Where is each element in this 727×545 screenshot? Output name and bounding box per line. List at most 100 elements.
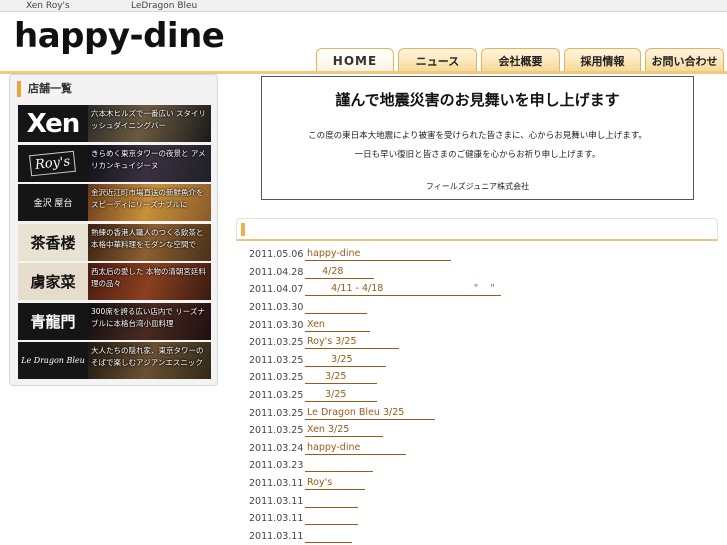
shop-banners: Xen 六本木ヒルズで一番広い スタイリッシュダイニングバー Roy's きらめ… xyxy=(18,105,211,382)
news-link[interactable]: happy-dine xyxy=(305,442,406,455)
news-date: 2011.04.28 xyxy=(249,266,304,278)
tab-company[interactable]: 会社概要 xyxy=(481,48,560,72)
shop-logo-text: 虜家菜 xyxy=(30,273,76,291)
shop-logo: 青龍門 xyxy=(18,303,88,340)
shop-description: きらめく東京タワーの夜景と アメリカンキュイジーヌ xyxy=(91,148,206,170)
news-link[interactable]: 3/25 xyxy=(305,371,377,385)
news-date: 2011.03.25 xyxy=(249,372,304,384)
shop-logo-text: Roy's xyxy=(29,150,77,176)
news-header-marker xyxy=(241,223,245,236)
news-date: 2011.04.07 xyxy=(249,284,304,296)
news-item: 2011.03.24 happy-dine xyxy=(249,440,719,458)
news-date: 2011.03.11 xyxy=(249,495,304,507)
news-link[interactable] xyxy=(305,301,368,315)
shop-logo-text: 金沢 屋台 xyxy=(33,199,73,209)
news-link[interactable] xyxy=(305,512,359,526)
shop-logo-text: Le Dragon Bleu xyxy=(21,356,85,365)
notice-line-2: 一日も早い復旧と皆さまのご健康を心からお祈り申し上げます。 xyxy=(354,150,601,160)
news-link[interactable]: 4/28 xyxy=(305,266,374,279)
tab-recruit[interactable]: 採用情報 xyxy=(564,48,641,72)
news-link[interactable] xyxy=(305,459,374,473)
tab-contact[interactable]: お問い合わせ xyxy=(645,48,724,72)
news-item: 2011.03.23 xyxy=(249,457,719,475)
news-date: 2011.03.23 xyxy=(249,460,304,472)
news-link[interactable]: Roy's xyxy=(305,477,366,491)
news-link[interactable] xyxy=(305,530,353,543)
shop-logo: Roy's xyxy=(18,145,88,182)
shop-description: 六本木ヒルズで一番広い スタイリッシュダイニングバー xyxy=(91,109,206,130)
news-date: 2011.03.11 xyxy=(249,530,304,542)
news-link[interactable]: 3/25 xyxy=(305,354,386,367)
news-item: 2011.05.06 happy-dine xyxy=(249,246,719,264)
news-link[interactable]: Xen xyxy=(305,319,371,332)
notice-line-1: この度の東日本大地震により被害を受けられた皆さまに、心からお見舞い申し上げます。 xyxy=(308,131,647,141)
shop-logo-text: 茶香楼 xyxy=(30,233,76,252)
news-date: 2011.03.25 xyxy=(249,425,304,437)
news-link[interactable]: Roy's 3/25 xyxy=(305,336,399,350)
shop-logo: 虜家菜 xyxy=(18,263,88,300)
news-item: 2011.04.07 4/11 - 4/18 " " xyxy=(249,281,719,299)
shop-logo: 茶香楼 xyxy=(18,223,88,261)
shop-description: 金沢近江町市場直送の新鮮魚介を スピーディにリーズナブルに xyxy=(91,188,204,209)
shop-description: 大人たちの隠れ家、東京タワーの そばで楽しむアジアンエスニック xyxy=(91,346,204,367)
news-item: 2011.04.28 4/28 xyxy=(249,264,719,282)
news-date: 2011.03.24 xyxy=(249,442,304,454)
news-header-bar xyxy=(236,218,718,241)
news-link[interactable]: 4/11 - 4/18 " " xyxy=(305,283,501,297)
main-nav: HOME ニュース 会社概要 採用情報 お問い合わせ xyxy=(316,48,724,72)
news-date: 2011.05.06 xyxy=(249,249,304,261)
shop-banner-ryokasai[interactable]: 虜家菜 西太后の愛した 本物の清朝宮廷料理の品々 xyxy=(18,263,211,300)
news-item: 2011.03.25 3/25 xyxy=(249,369,719,387)
shop-logo: Xen xyxy=(18,105,88,142)
shop-banner-le-dragon-bleu[interactable]: Le Dragon Bleu 大人たちの隠れ家、東京タワーの そばで楽しむアジア… xyxy=(18,342,211,379)
toplink-xen-roys[interactable]: Xen Roy's xyxy=(26,0,70,12)
news-date: 2011.03.25 xyxy=(249,354,304,366)
news-link[interactable]: happy-dine xyxy=(305,248,451,262)
news-item: 2011.03.25 Le Dragon Bleu 3/25 xyxy=(249,404,719,422)
news-item: 2011.03.25 Xen 3/25 xyxy=(249,422,719,440)
shop-description: 300席を誇る広い店内で リーズナブルに本格台湾小皿料理 xyxy=(91,306,205,328)
tab-home[interactable]: HOME xyxy=(316,48,394,72)
top-bar: Xen Roy's LeDragon Bleu xyxy=(0,0,727,12)
news-item: 2011.03.25 3/25 xyxy=(249,352,719,370)
site-logo[interactable]: happy-dine xyxy=(14,14,225,58)
news-item: 2011.03.30 xyxy=(249,299,719,317)
sidebar-shop-list: 店舗一覧 Xen 六本木ヒルズで一番広い スタイリッシュダイニングバー Roy'… xyxy=(9,74,218,386)
news-date: 2011.03.25 xyxy=(249,407,304,419)
earthquake-notice: 謹んで地震災害のお見舞いを申し上げます この度の東日本大地震により被害を受けられ… xyxy=(261,76,694,200)
notice-title: 謹んで地震災害のお見舞いを申し上げます xyxy=(335,91,620,109)
news-link[interactable]: Le Dragon Bleu 3/25 xyxy=(305,407,435,420)
shop-logo: Le Dragon Bleu xyxy=(18,342,88,379)
news-date: 2011.03.25 xyxy=(249,390,304,402)
toplink-ledragon-bleu[interactable]: LeDragon Bleu xyxy=(131,0,197,12)
shop-description: 西太后の愛した 本物の清朝宮廷料理の品々 xyxy=(91,267,206,288)
news-item: 2011.03.11 xyxy=(249,510,719,528)
tab-news[interactable]: ニュース xyxy=(398,48,477,72)
shop-banner-chakourou[interactable]: 茶香楼 熟練の香港人職人のつくる飲茶と 本格中華料理をモダンな空間で xyxy=(18,223,211,261)
news-date: 2011.03.30 xyxy=(249,319,304,331)
news-item: 2011.03.25 Roy's 3/25 xyxy=(249,334,719,352)
news-date: 2011.03.11 xyxy=(249,513,304,525)
news-date: 2011.03.30 xyxy=(249,302,304,314)
news-item: 2011.03.30 Xen xyxy=(249,316,719,334)
news-link[interactable] xyxy=(305,495,359,508)
shop-banner-kanazawa[interactable]: 金沢 屋台 金沢近江町市場直送の新鮮魚介を スピーディにリーズナブルに xyxy=(18,184,211,221)
shop-logo: 金沢 屋台 xyxy=(18,184,88,221)
shop-description: 熟練の香港人職人のつくる飲茶と 本格中華料理をモダンな空間で xyxy=(91,227,204,249)
notice-signature: フィールズジュニア株式会社 xyxy=(425,182,530,191)
shop-logo-text: 青龍門 xyxy=(30,312,76,331)
news-link[interactable]: Xen 3/25 xyxy=(305,424,383,438)
shop-banner-xen[interactable]: Xen 六本木ヒルズで一番広い スタイリッシュダイニングバー xyxy=(18,105,211,142)
news-item: 2011.03.25 3/25 xyxy=(249,387,719,405)
news-date: 2011.03.25 xyxy=(249,337,304,349)
news-list: 2011.05.06 happy-dine 2011.04.28 4/28 201… xyxy=(249,246,719,545)
news-item: 2011.03.11 Roy's xyxy=(249,475,719,493)
news-date: 2011.03.11 xyxy=(249,478,304,490)
news-item: 2011.03.11 xyxy=(249,492,719,510)
news-link[interactable]: 3/25 xyxy=(305,389,377,403)
shop-banner-roys[interactable]: Roy's きらめく東京タワーの夜景と アメリカンキュイジーヌ xyxy=(18,144,211,182)
sidebar-title: 店舗一覧 xyxy=(17,81,72,97)
site-header: happy-dine HOME ニュース 会社概要 採用情報 お問い合わせ xyxy=(0,12,727,74)
news-item: 2011.03.11 xyxy=(249,528,719,545)
shop-banner-seiryumon[interactable]: 青龍門 300席を誇る広い店内で リーズナブルに本格台湾小皿料理 xyxy=(18,302,211,340)
